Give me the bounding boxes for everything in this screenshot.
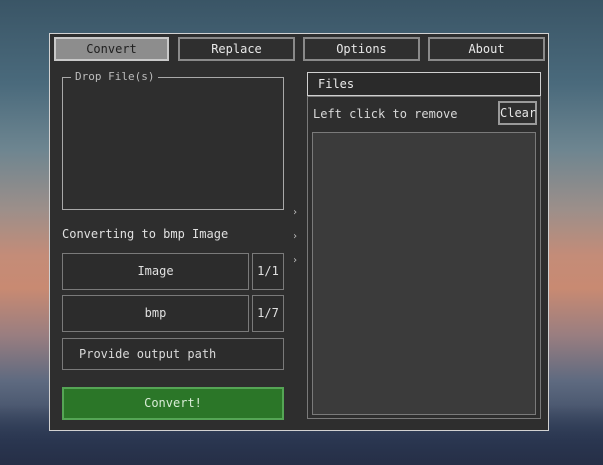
chevron-right-icon: › (292, 255, 299, 266)
file-list[interactable] (312, 132, 536, 415)
tab-about[interactable]: About (428, 37, 545, 61)
drop-files-area[interactable]: Drop File(s) (62, 70, 284, 210)
remove-hint: Left click to remove (313, 107, 458, 121)
output-path-field[interactable]: Provide output path (62, 338, 284, 370)
files-header: Files (307, 72, 541, 96)
tab-replace[interactable]: Replace (178, 37, 295, 61)
chevron-right-icon: › (292, 207, 299, 218)
output-format-selector[interactable]: bmp (62, 295, 249, 332)
conversion-status: Converting to bmp Image (62, 227, 229, 241)
output-type-selector[interactable]: Image (62, 253, 249, 290)
convert-button[interactable]: Convert! (62, 387, 284, 420)
tab-convert[interactable]: Convert (54, 37, 169, 61)
drop-files-label: Drop File(s) (71, 70, 159, 84)
tab-options[interactable]: Options (303, 37, 420, 61)
converter-window: Convert Replace Options About Drop File(… (49, 33, 549, 431)
clear-button[interactable]: Clear (498, 101, 537, 125)
output-format-counter: 1/7 (252, 295, 284, 332)
output-type-counter: 1/1 (252, 253, 284, 290)
files-panel: Left click to remove Clear (307, 96, 541, 419)
chevron-right-icon: › (292, 231, 299, 242)
